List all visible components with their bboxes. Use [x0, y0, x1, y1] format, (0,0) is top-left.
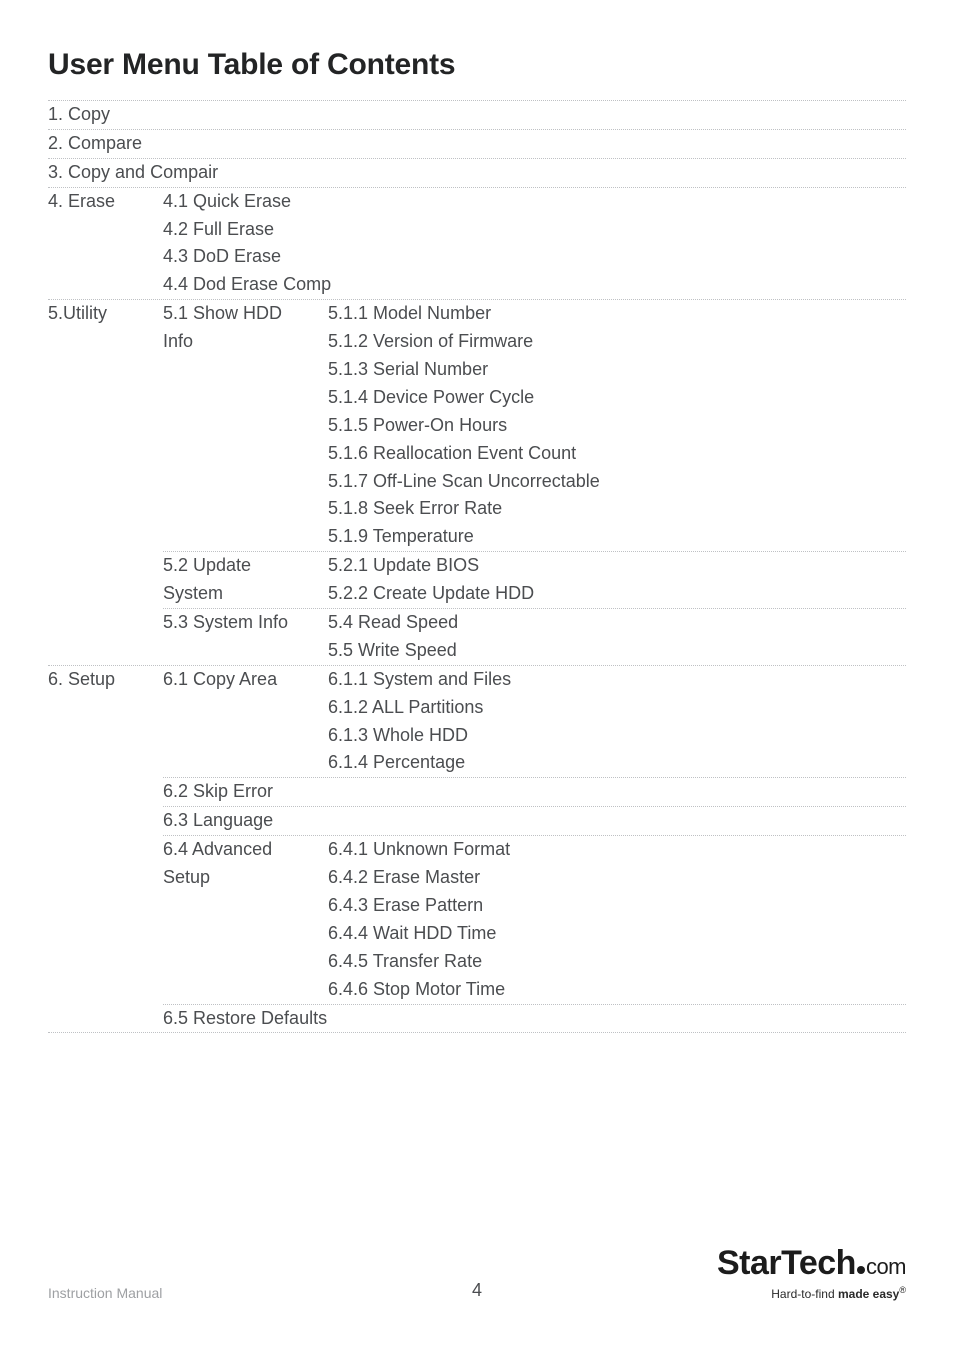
toc-item: 5.1.4 Device Power Cycle: [328, 384, 906, 412]
logo-text-com: com: [866, 1254, 906, 1280]
toc-item: 6.1 Copy Area: [163, 666, 328, 778]
toc-item: 5.2.1 Update BIOS: [328, 552, 906, 580]
toc-item: 6.2 Skip Error: [163, 778, 906, 806]
toc-end-rule: [48, 1032, 906, 1033]
page-title: User Menu Table of Contents: [48, 48, 906, 82]
toc-item: System: [163, 580, 328, 608]
logo-text-main: StarTech: [717, 1244, 856, 1283]
toc-item: 1. Copy: [48, 101, 163, 129]
toc-item: 5.4 Read Speed: [328, 609, 906, 637]
toc-item: Setup: [163, 864, 328, 892]
toc-item: 6.1.4 Percentage: [328, 749, 906, 777]
toc-item: 4.3 DoD Erase: [163, 243, 906, 271]
toc-item: 6.3 Language: [163, 807, 906, 835]
toc-item: 6.1.1 System and Files: [328, 666, 906, 694]
toc-item: 6.5 Restore Defaults: [163, 1005, 906, 1033]
logo-tag-a: Hard-to-find: [771, 1287, 838, 1301]
toc-item: 5.Utility: [48, 300, 163, 665]
toc-item: 6.4.1 Unknown Format: [328, 836, 906, 864]
toc-item: 5.1.9 Temperature: [328, 523, 906, 551]
toc-item: 4.4 Dod Erase Comp: [163, 271, 906, 299]
toc-section-3: 3. Copy and Compair: [48, 158, 906, 187]
toc-item: 6.4.2 Erase Master: [328, 864, 906, 892]
toc-item: 5.1 Show HDD: [163, 300, 328, 328]
toc-item: 6.1.2 ALL Partitions: [328, 694, 906, 722]
logo-dot-icon: [857, 1266, 865, 1274]
logo-tag-b: made easy: [838, 1287, 899, 1301]
footer-manual-label: Instruction Manual: [48, 1285, 162, 1301]
toc-item: 5.1.8 Seek Error Rate: [328, 495, 906, 523]
toc-section-2: 2. Compare: [48, 129, 906, 158]
toc-item: 5.1.1 Model Number: [328, 300, 906, 328]
toc-item: 5.1.6 Reallocation Event Count: [328, 440, 906, 468]
toc-item: 5.1.2 Version of Firmware: [328, 328, 906, 356]
page-footer: Instruction Manual 4 StarTech com Hard-to…: [48, 1244, 906, 1301]
toc-item: 6.4.4 Wait HDD Time: [328, 920, 906, 948]
toc-item: 3. Copy and Compair: [48, 159, 906, 187]
footer-page-number: 4: [472, 1280, 482, 1301]
toc-item: 2. Compare: [48, 130, 163, 158]
startech-logo: StarTech com Hard-to-find made easy®: [717, 1244, 906, 1301]
toc-item: 5.1.5 Power-On Hours: [328, 412, 906, 440]
logo-registered-icon: ®: [899, 1285, 906, 1295]
toc-item: 5.2 Update: [163, 552, 328, 580]
toc-item: 4.2 Full Erase: [163, 216, 906, 244]
toc-item: 6.4.3 Erase Pattern: [328, 892, 906, 920]
logo-tagline: Hard-to-find made easy®: [717, 1285, 906, 1301]
toc-section-1: 1. Copy: [48, 100, 906, 129]
toc-item: 5.2.2 Create Update HDD: [328, 580, 906, 608]
toc-item: 4. Erase: [48, 188, 163, 300]
toc-section-5: 5.Utility 5.1 Show HDD Info 5.1.1 Model …: [48, 299, 906, 665]
toc-item: 5.1.7 Off-Line Scan Uncorrectable: [328, 468, 906, 496]
toc-item: Info: [163, 328, 328, 356]
toc-section-6: 6. Setup 6.1 Copy Area 6.1.1 System and …: [48, 665, 906, 1033]
toc-root: 1. Copy 2. Compare 3. Copy and Compair 4…: [48, 100, 906, 1033]
toc-item: 6.1.3 Whole HDD: [328, 722, 906, 750]
toc-item: 5.1.3 Serial Number: [328, 356, 906, 384]
toc-item: 5.3 System Info: [163, 609, 328, 665]
toc-item: 6.4.5 Transfer Rate: [328, 948, 906, 976]
toc-item: 6.4.6 Stop Motor Time: [328, 976, 906, 1004]
toc-item: 6.4 Advanced: [163, 836, 328, 864]
toc-item: 5.5 Write Speed: [328, 637, 906, 665]
toc-section-4: 4. Erase 4.1 Quick Erase 4.2 Full Erase …: [48, 187, 906, 300]
toc-item: 4.1 Quick Erase: [163, 188, 906, 216]
toc-item: 6. Setup: [48, 666, 163, 1033]
